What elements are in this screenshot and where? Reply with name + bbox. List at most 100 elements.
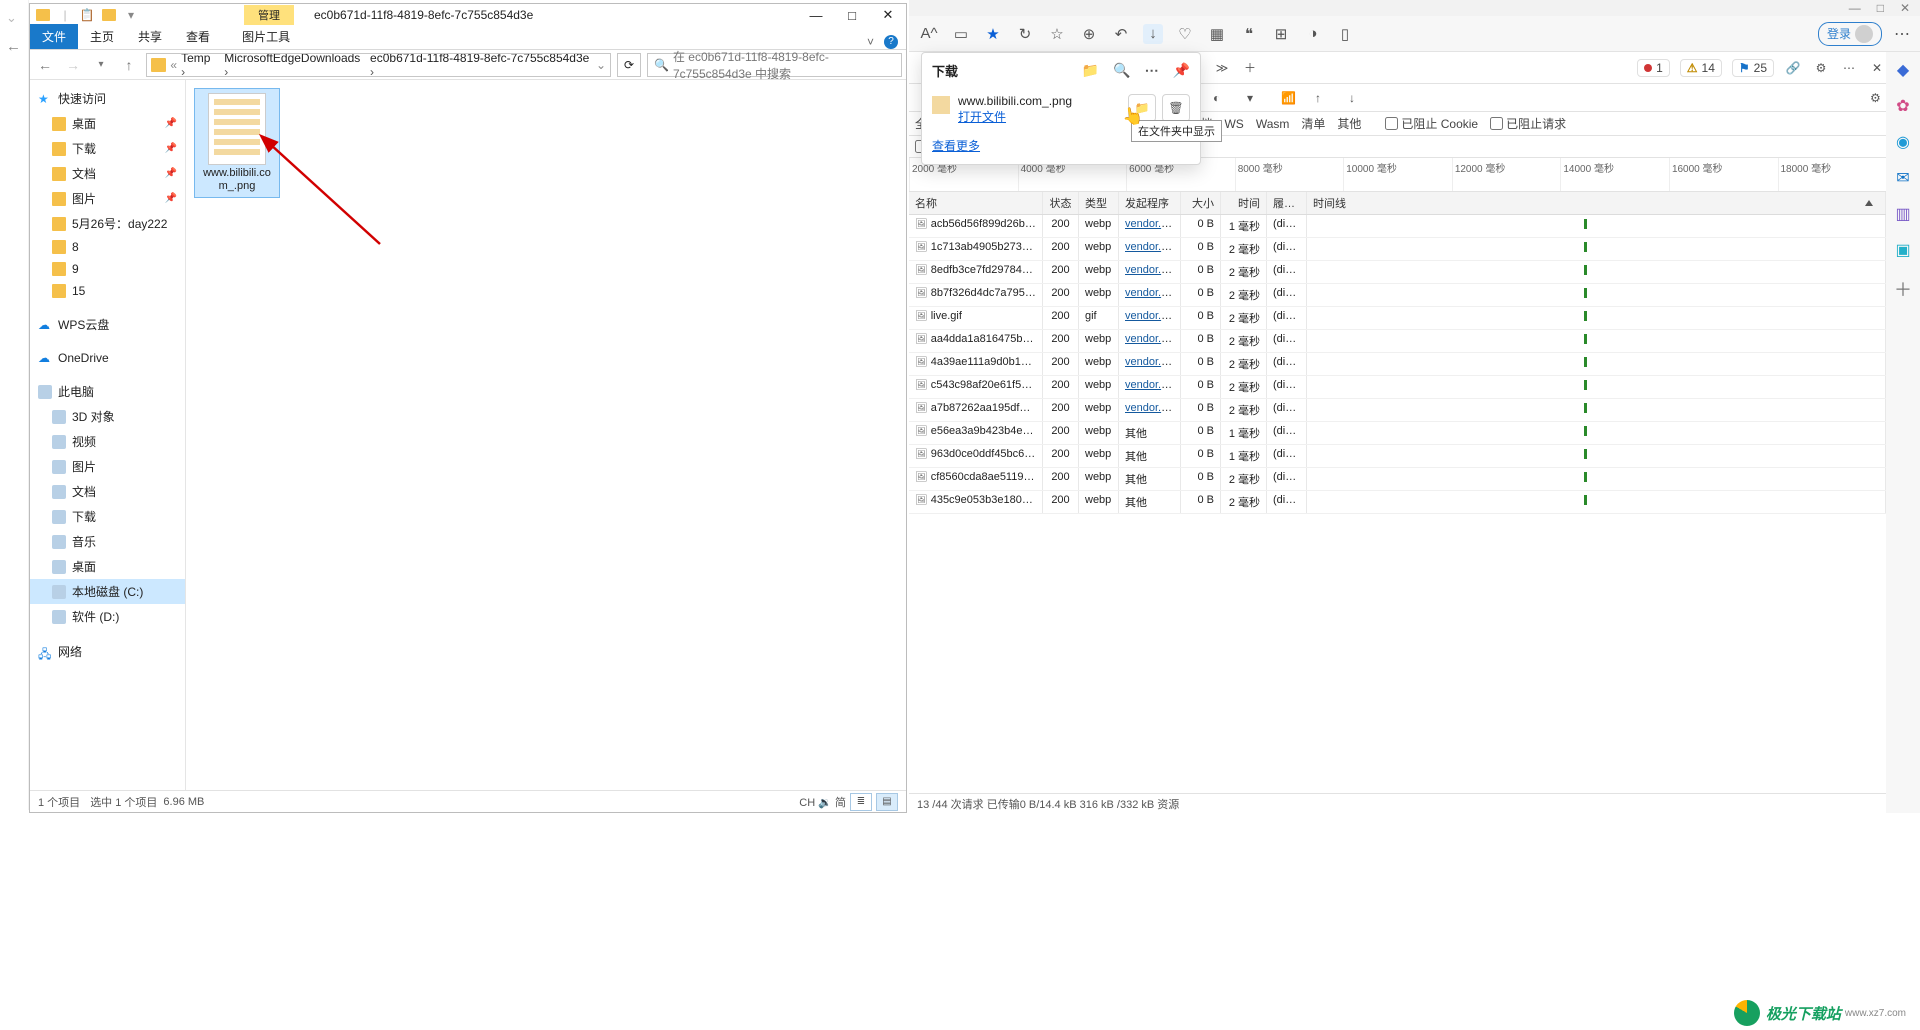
explorer-file-area[interactable]: www.bilibili.com_.png (186, 80, 906, 790)
nav-quick-item[interactable]: 下载📌 (30, 136, 185, 161)
crumb-dropdown-icon[interactable]: ⌄ (596, 58, 606, 72)
reader-icon[interactable]: ▭ (951, 24, 971, 44)
history-icon[interactable]: ↶ (1111, 24, 1131, 44)
issue-info[interactable]: ⚑25 (1732, 59, 1774, 77)
nav-quick-item[interactable]: 8 (30, 236, 185, 258)
explorer-search-input[interactable]: 🔍 在 ec0b671d-11f8-4819-8efc-7c755c854d3e… (647, 53, 902, 77)
file-item-selected[interactable]: www.bilibili.com_.png (194, 88, 280, 198)
browser-close-button[interactable]: ✕ (1900, 1, 1910, 15)
network-row[interactable]: e56ea3a9b423b4eeca9c...200webp其他0 B1 毫秒(… (909, 422, 1886, 445)
nav-up-button[interactable]: ↑ (118, 54, 140, 76)
favorites-bar-icon[interactable]: ☆ (1047, 24, 1067, 44)
crumb-temp[interactable]: Temp (181, 53, 220, 77)
ribbon-tab-view[interactable]: 查看 (174, 24, 222, 49)
issue-warnings[interactable]: ⚠14 (1680, 59, 1722, 77)
back-arrow-icon[interactable]: ← (6, 38, 21, 55)
nav-thispc-item[interactable]: 图片 (30, 454, 185, 479)
extensions-icon[interactable]: ⊞ (1271, 24, 1291, 44)
devtools-close-icon[interactable]: ✕ (1868, 61, 1886, 75)
nav-thispc-item[interactable]: 3D 对象 (30, 404, 185, 429)
side-add-icon[interactable]: ＋ (1894, 276, 1912, 302)
devtools-newtab-icon[interactable]: ＋ (1241, 59, 1259, 76)
network-row[interactable]: aa4dda1a816475be5f4c...200webpvendor.d33… (909, 330, 1886, 353)
browser-minimize-button[interactable]: — (1849, 1, 1861, 15)
view-tiles-button[interactable]: ▤ (876, 793, 898, 811)
downloads-folder-shortcut-icon[interactable]: 📁 (1082, 62, 1099, 79)
network-row[interactable]: 435c9e053b3e18017e4...200webp其他0 B2 毫秒(d… (909, 491, 1886, 514)
side-icon-2[interactable]: ✿ (1896, 96, 1909, 116)
network-row[interactable]: cf8560cda8ae5119b49e...200webp其他0 B2 毫秒(… (909, 468, 1886, 491)
downloads-search-icon[interactable]: 🔍 (1113, 62, 1130, 79)
explorer-nav-tree[interactable]: ★快速访问 桌面📌下载📌文档📌图片📌5月26号：day2228915 ☁WPS云… (30, 80, 186, 790)
devtools-link-icon[interactable]: 🔗 (1784, 61, 1802, 75)
nav-quick-item[interactable]: 15 (30, 280, 185, 302)
favorite-star-icon[interactable]: ★ (983, 24, 1003, 44)
nav-thispc-item[interactable]: 文档 (30, 479, 185, 504)
network-row[interactable]: live.gif200gifvendor.d33...0 B2 毫秒(disk … (909, 307, 1886, 330)
network-row[interactable]: acb56d56f899d26b0be...200webpvendor.d33.… (909, 215, 1886, 238)
nav-thispc-item[interactable]: 软件 (D:) (30, 604, 185, 629)
nav-thispc-item[interactable]: 下载 (30, 504, 185, 529)
ribbon-tab-picture-tools[interactable]: 图片工具 (230, 24, 302, 49)
nav-quick-access[interactable]: ★快速访问 (30, 86, 185, 111)
side-icon-outlook[interactable]: ✉ (1896, 168, 1909, 188)
browser-maximize-button[interactable]: □ (1877, 1, 1884, 15)
contextual-tab-manage[interactable]: 管理 (244, 5, 294, 25)
upload-icon[interactable]: ↑ (1315, 91, 1331, 105)
issue-errors[interactable]: 1 (1637, 59, 1670, 77)
maximize-button[interactable]: □ (834, 4, 870, 26)
download-delete-button[interactable]: 🗑 (1162, 94, 1190, 122)
wifi-icon[interactable]: 📶 (1281, 91, 1297, 105)
downloads-pin-icon[interactable]: 📌 (1173, 62, 1190, 79)
network-row[interactable]: 8b7f326d4dc7a79562d...200webpvendor.d33.… (909, 284, 1886, 307)
ribbon-tab-file[interactable]: 文件 (30, 24, 78, 49)
refresh-button[interactable]: ⟳ (617, 53, 641, 77)
collections-icon[interactable]: ⊕ (1079, 24, 1099, 44)
nav-history-button[interactable]: ▾ (90, 54, 112, 76)
view-details-button[interactable]: ≣ (850, 793, 872, 811)
network-row[interactable]: 963d0ce0ddf45bc6b99...200webp其他0 B1 毫秒(d… (909, 445, 1886, 468)
crumb-edgedl[interactable]: MicrosoftEdgeDownloads (224, 53, 366, 77)
nav-quick-item[interactable]: 文档📌 (30, 161, 185, 186)
ribbon-tab-share[interactable]: 共享 (126, 24, 174, 49)
nav-quick-item[interactable]: 图片📌 (30, 186, 185, 211)
network-row[interactable]: 1c713ab4905b273abb6...200webpvendor.d33.… (909, 238, 1886, 261)
devtools-more-icon[interactable]: ⋯ (1840, 61, 1858, 75)
network-row[interactable]: 8edfb3ce7fd297843153...200webpvendor.d33… (909, 261, 1886, 284)
nav-quick-item[interactable]: 9 (30, 258, 185, 280)
filter-Wasm[interactable]: Wasm (1256, 117, 1290, 131)
download-open-file-link[interactable]: 打开文件 (958, 110, 1006, 124)
side-icon-5[interactable]: ▥ (1895, 204, 1910, 224)
nav-quick-item[interactable]: 5月26号：day222 (30, 211, 185, 236)
minimize-button[interactable]: — (798, 4, 834, 26)
nav-back-button[interactable]: ← (34, 54, 56, 76)
downloads-see-more-link[interactable]: 查看更多 (932, 139, 980, 153)
record-icon[interactable]: ◐ (1213, 91, 1229, 105)
nav-network[interactable]: 🖧网络 (30, 639, 185, 664)
login-button[interactable]: 登录 (1818, 22, 1882, 46)
nav-onedrive[interactable]: ☁OneDrive (30, 347, 185, 369)
sidebar-toggle-icon[interactable]: ▯ (1335, 24, 1355, 44)
nav-thispc-item[interactable]: 本地磁盘 (C:) (30, 579, 185, 604)
read-aloud-icon[interactable]: A^ (919, 24, 939, 44)
qat-overflow-icon[interactable]: ▾ (122, 6, 140, 24)
refresh2-icon[interactable]: ↻ (1015, 24, 1035, 44)
nav-thispc-item[interactable]: 视频 (30, 429, 185, 454)
nav-thispc-item[interactable]: 音乐 (30, 529, 185, 554)
throttle-dropdown-icon[interactable]: ▾ (1247, 91, 1263, 105)
side-icon-6[interactable]: ▣ (1895, 240, 1910, 260)
devtools-settings-icon[interactable]: ⚙ (1812, 61, 1830, 75)
close-button[interactable]: ✕ (870, 4, 906, 26)
sort-asc-icon[interactable] (1865, 200, 1873, 206)
downloads-icon[interactable]: ↓ (1143, 24, 1163, 44)
apps-icon[interactable]: ▦ (1207, 24, 1227, 44)
nav-this-pc[interactable]: 此电脑 (30, 379, 185, 404)
heart-icon[interactable]: ♡ (1175, 24, 1195, 44)
network-row[interactable]: 4a39ae111a9d0b1c86e...200webpvendor.d33.… (909, 353, 1886, 376)
nav-thispc-item[interactable]: 桌面 (30, 554, 185, 579)
filter-WS[interactable]: WS (1224, 117, 1243, 131)
downloads-more-icon[interactable]: ⋯ (1145, 62, 1159, 79)
network-row[interactable]: a7b87262aa195df7ca77...200webpvendor.d33… (909, 399, 1886, 422)
performance-icon[interactable]: ◑ (1303, 24, 1323, 44)
nav-forward-button[interactable]: → (62, 54, 84, 76)
